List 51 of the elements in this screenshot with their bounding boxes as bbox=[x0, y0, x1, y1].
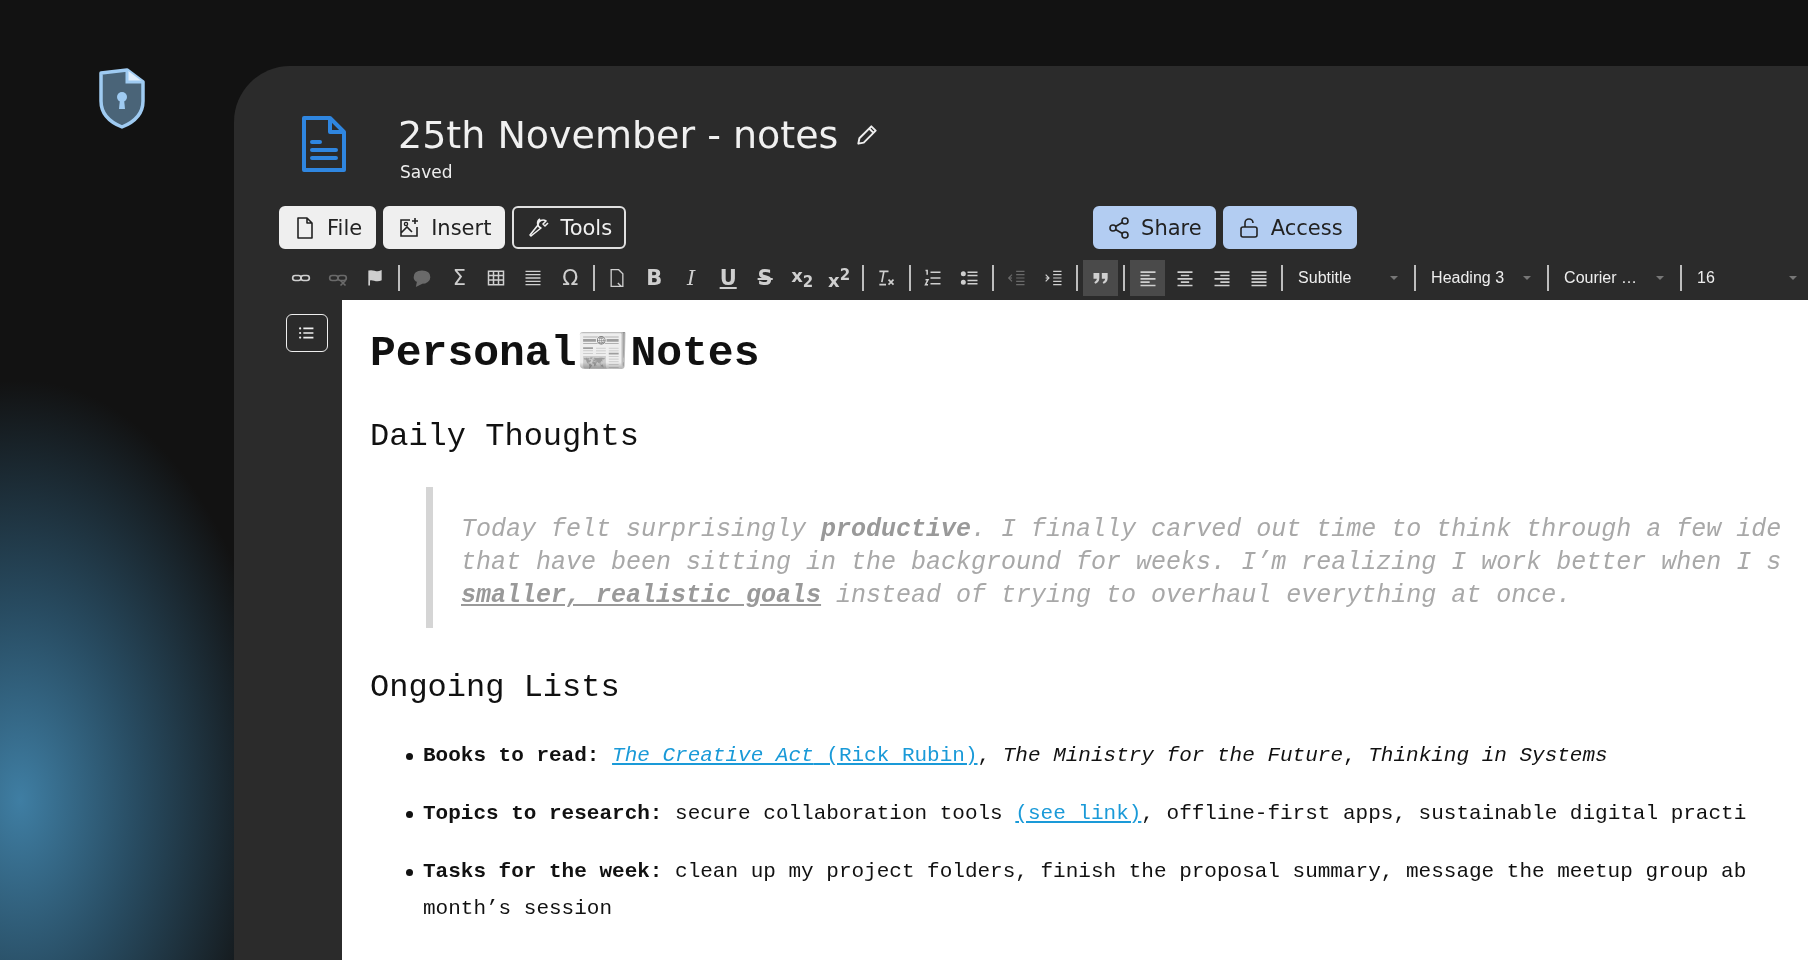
caret-icon bbox=[1522, 275, 1533, 281]
share-icon bbox=[1107, 215, 1132, 240]
quote-text: that have been sitting in the background for weeks. I’m realizing I work better when I s bbox=[461, 547, 1783, 579]
format-dropdown[interactable]: 16 bbox=[1687, 260, 1803, 296]
list-item-text: Books to read: The Creative Act (Rick Rubin), The Ministry for the Future, Thinking in Systems bbox=[423, 743, 1608, 769]
rule-icon bbox=[523, 268, 544, 288]
list-item-text: Tasks for the week: clean up my project folders, finish the proposal summary, message the meetup group ab bbox=[423, 859, 1747, 885]
table-icon bbox=[486, 268, 507, 288]
quote-text: smaller, realistic goals instead of trying to overhaul everything at once. bbox=[461, 580, 1573, 612]
save-status: Saved bbox=[400, 162, 454, 182]
list-item-text: Topics to research: secure collaboration tools (see link), offline-first apps, sustainable digital practi bbox=[423, 801, 1747, 827]
file-menu-button[interactable]: File bbox=[279, 206, 377, 249]
document-title[interactable]: 25th November - notes bbox=[398, 112, 839, 158]
char-tool-button[interactable]: Ω bbox=[552, 260, 588, 296]
ordered-icon bbox=[923, 268, 943, 288]
access-button[interactable]: Access bbox=[1222, 206, 1357, 249]
section-heading: Ongoing Lists bbox=[370, 668, 621, 708]
format-dropdown[interactable]: Subtitle bbox=[1288, 260, 1404, 296]
char-tool-button[interactable]: Σ bbox=[441, 260, 477, 296]
share-button[interactable]: Share bbox=[1093, 206, 1216, 249]
comment-icon bbox=[412, 268, 433, 288]
quote-tool-button[interactable] bbox=[1083, 260, 1119, 296]
format-dropdown[interactable]: Heading 3 bbox=[1421, 260, 1537, 296]
clear-icon bbox=[876, 268, 897, 288]
indent-icon bbox=[1043, 268, 1064, 288]
list-item-text: month’s session bbox=[423, 896, 614, 922]
underline-tool-button[interactable]: U bbox=[710, 260, 746, 296]
wrench-icon bbox=[526, 215, 551, 240]
quote-text: Today felt surprisingly productive. I finally carved out time to think through a few ide bbox=[461, 514, 1783, 546]
align-left-tool-button[interactable] bbox=[1130, 260, 1166, 296]
caret-icon bbox=[1389, 275, 1400, 281]
insert-menu-button[interactable]: Insert bbox=[383, 206, 506, 249]
bullet-icon bbox=[406, 753, 413, 760]
script-tool-button[interactable]: x$_{2}$ bbox=[784, 260, 820, 296]
caret-icon bbox=[1788, 275, 1799, 281]
bold-tool-button[interactable]: B bbox=[636, 260, 672, 296]
format-dropdown[interactable]: Courier … bbox=[1554, 260, 1670, 296]
outdent-icon bbox=[1006, 268, 1027, 288]
document-heading: Personal📰Notes bbox=[370, 328, 761, 380]
document-icon bbox=[300, 114, 348, 174]
section-heading: Daily Thoughts bbox=[370, 417, 640, 457]
tools-menu-button[interactable]: Tools bbox=[512, 206, 627, 249]
italic-tool-button[interactable]: I bbox=[673, 260, 709, 296]
bullet-icon bbox=[406, 869, 413, 876]
outline-toggle-button[interactable] bbox=[286, 314, 328, 352]
caret-icon bbox=[1655, 275, 1666, 281]
bullets-icon bbox=[959, 268, 980, 288]
script-tool-button[interactable]: x$^{2}$ bbox=[821, 260, 857, 296]
bullet-icon bbox=[406, 811, 413, 818]
strike-tool-button[interactable]: S bbox=[747, 260, 783, 296]
shield-lock-logo-icon bbox=[97, 67, 147, 129]
